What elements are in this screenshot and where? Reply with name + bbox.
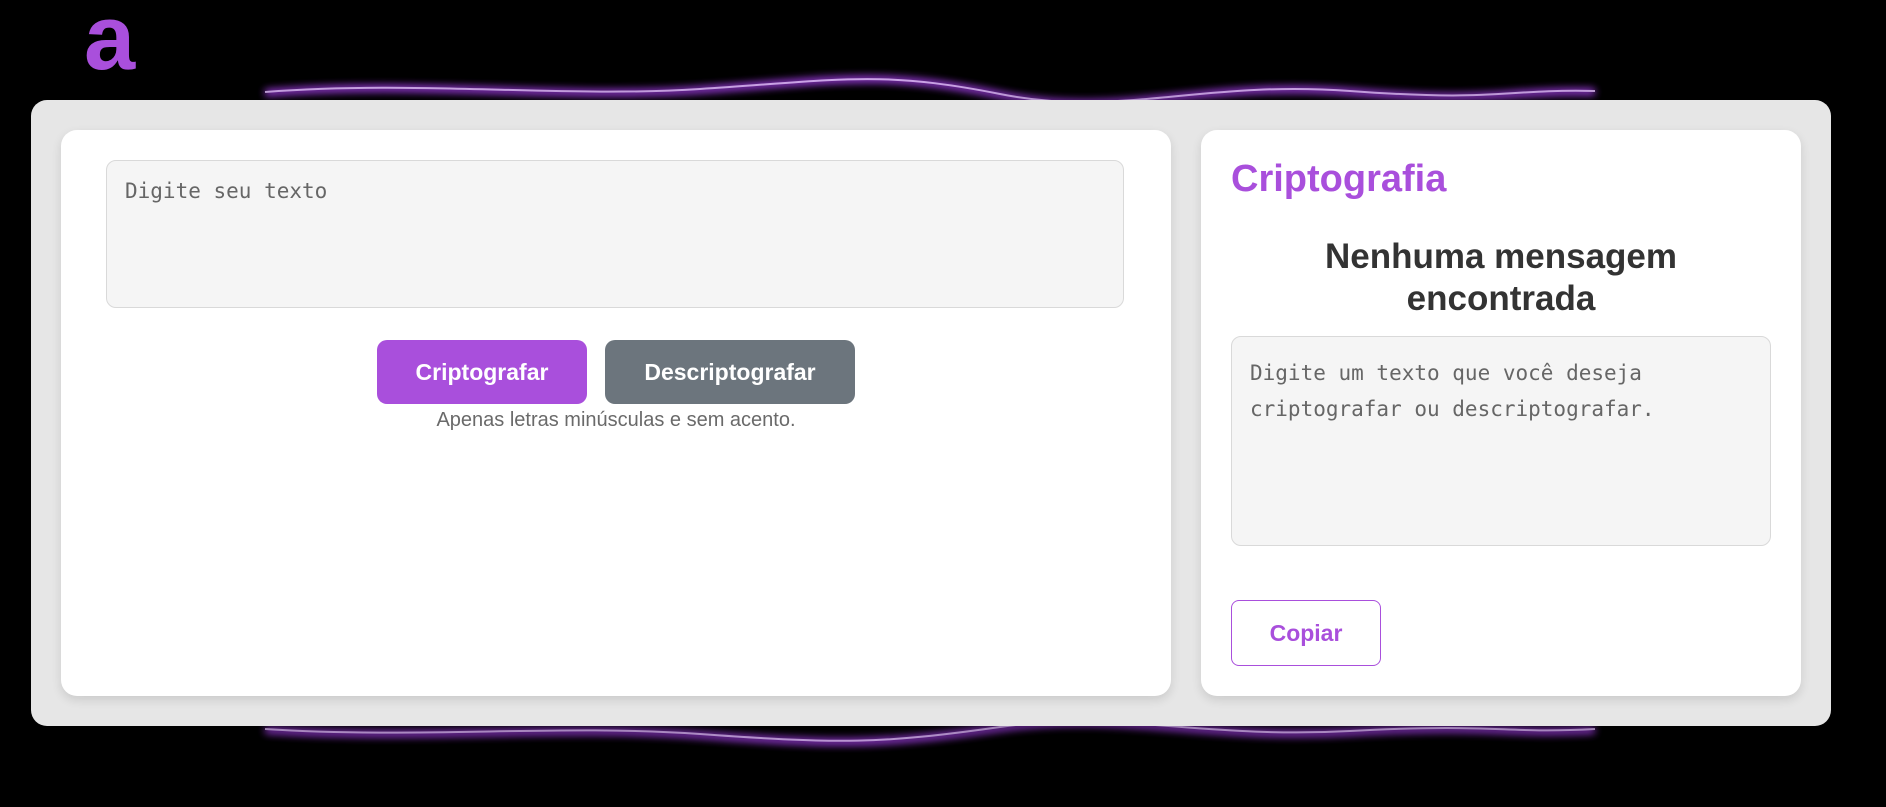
output-title: Criptografia [1231, 158, 1447, 200]
empty-message-heading: Nenhuma mensagem encontrada [1324, 237, 1678, 318]
input-hint: Apenas letras minúsculas e sem acento. [436, 409, 796, 431]
main-container: Digite seu texto Criptografar Descriptog… [31, 100, 1831, 726]
action-buttons: Criptografar Descriptografar [61, 340, 1171, 404]
input-panel: Digite seu texto Criptografar Descriptog… [61, 130, 1171, 696]
output-panel: Criptografia Nenhuma mensagem encontrada… [1201, 130, 1801, 696]
copy-button[interactable]: Copiar [1231, 600, 1381, 666]
text-input[interactable]: Digite seu texto [106, 160, 1124, 308]
decrypt-button[interactable]: Descriptografar [605, 340, 855, 404]
encrypt-button[interactable]: Criptografar [377, 340, 587, 404]
output-textarea[interactable]: Digite um texto que você deseja criptogr… [1231, 336, 1771, 546]
logo: a [84, 0, 135, 89]
